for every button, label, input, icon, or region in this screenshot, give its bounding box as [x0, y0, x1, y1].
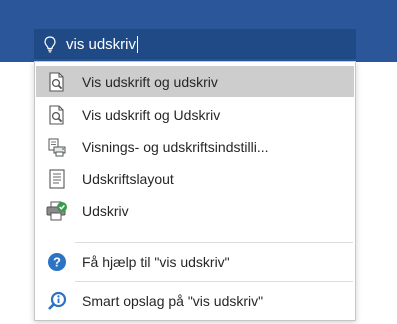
print-preview-icon [46, 71, 68, 93]
result-item-label: Visnings- og udskriftsindstilli... [82, 138, 269, 155]
smart-lookup-icon [46, 290, 68, 312]
result-item-label: Vis udskrift og udskriv [82, 73, 218, 90]
search-input-value[interactable]: vis udskriv [66, 36, 136, 53]
print-settings-icon [46, 136, 68, 158]
smart-lookup-item[interactable]: Smart opslag på "vis udskriv" [36, 285, 354, 316]
print-layout-icon [46, 168, 68, 190]
result-item-print-preview-and-print-alt[interactable]: Vis udskrift og Udskriv [36, 99, 354, 130]
printer-check-icon [46, 200, 68, 222]
lightbulb-icon [44, 35, 58, 53]
svg-text:?: ? [53, 254, 61, 269]
tell-me-search-box[interactable]: vis udskriv [34, 29, 356, 59]
help-icon: ? [46, 251, 68, 273]
result-item-print-layout[interactable]: Udskriftslayout [36, 163, 354, 194]
print-preview-icon [46, 104, 68, 126]
result-item-view-print-settings[interactable]: Visnings- og udskriftsindstilli... [36, 131, 354, 162]
divider [75, 242, 353, 243]
result-item-label: Vis udskrift og Udskriv [82, 106, 221, 123]
result-item-print-preview-and-print[interactable]: Vis udskrift og udskriv [36, 66, 354, 97]
divider [75, 281, 353, 282]
get-help-label: Få hjælp til "vis udskriv" [82, 253, 230, 270]
text-caret [137, 35, 139, 53]
search-results-dropdown: Vis udskrift og udskriv Vis udskrift og … [34, 61, 356, 321]
smart-lookup-label: Smart opslag på "vis udskriv" [82, 292, 264, 309]
result-item-label: Udskriv [82, 202, 129, 219]
result-item-label: Udskriftslayout [82, 170, 174, 187]
get-help-item[interactable]: ? Få hjælp til "vis udskriv" [36, 246, 354, 277]
result-item-print[interactable]: Udskriv [36, 195, 354, 226]
